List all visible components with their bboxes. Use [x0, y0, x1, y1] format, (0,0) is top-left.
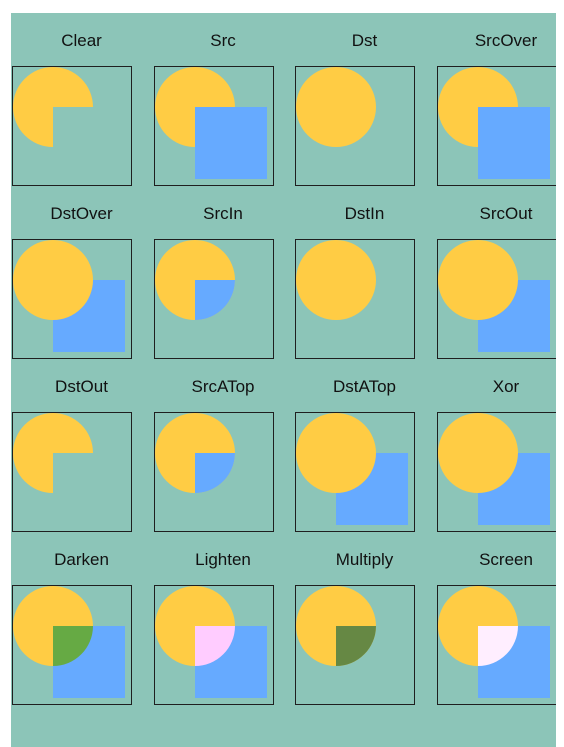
mode-label: Darken: [54, 550, 109, 569]
mode-label: SrcOver: [474, 31, 538, 50]
mode-cell-dstover: DstOver: [11, 186, 152, 359]
mode-preview-graphic: [13, 413, 93, 493]
dst-circle-shape: [13, 413, 93, 493]
mode-cell-darken: Darken: [11, 532, 152, 705]
mode-label: DstATop: [333, 377, 396, 396]
mode-cell-lighten: Lighten: [153, 532, 294, 705]
mode-label: Xor: [492, 377, 520, 396]
mode-cell-multiply: Multiply: [294, 532, 435, 705]
mode-preview-graphic: [296, 240, 376, 320]
mode-preview-frame: [153, 412, 274, 532]
src-square-shape: [194, 107, 267, 179]
mode-label: SrcATop: [191, 377, 255, 396]
overlap-shape: [194, 453, 235, 493]
mode-preview-frame: [153, 239, 274, 359]
mode-label: Clear: [61, 31, 102, 50]
mode-label: Multiply: [335, 550, 394, 569]
mode-preview-frame: [153, 585, 274, 705]
mode-label: Screen: [479, 550, 533, 569]
dst-circle-shape: [296, 67, 376, 147]
dst-circle-shape: [296, 413, 376, 493]
mode-preview-graphic: [154, 413, 235, 493]
mode-preview-graphic: [13, 67, 93, 147]
mode-preview-frame: [295, 66, 415, 186]
mode-preview-frame: [295, 412, 415, 532]
mode-label: SrcOut: [479, 204, 533, 223]
mode-preview-graphic: [154, 586, 267, 698]
src-square-shape: [477, 107, 550, 179]
dst-circle-shape: [296, 240, 376, 320]
mode-preview-frame: [12, 585, 132, 705]
mode-label: DstOver: [50, 204, 113, 223]
mode-preview-frame: [436, 412, 556, 532]
porterduff-canvas: Clear Src Dst SrcOver DstOver SrcIn DstIn SrcOu…: [11, 13, 556, 747]
mode-preview-frame: [153, 66, 274, 186]
mode-preview-graphic: [13, 240, 125, 352]
mode-cell-xor: Xor: [436, 359, 556, 532]
mode-cell-srcout: SrcOut: [436, 186, 556, 359]
mode-preview-graphic: [296, 67, 376, 147]
mode-preview-frame: [12, 239, 132, 359]
mode-preview-graphic: [437, 586, 550, 698]
mode-cell-srcover: SrcOver: [436, 13, 556, 186]
mode-preview-frame: [436, 239, 556, 359]
mode-preview-graphic: [154, 67, 267, 179]
overlap-shape: [336, 626, 376, 666]
status-bar: [0, 0, 564, 13]
mode-preview-graphic: [437, 413, 550, 525]
mode-preview-graphic: [437, 240, 550, 352]
mode-preview-graphic: [154, 240, 235, 320]
mode-preview-graphic: [437, 67, 550, 179]
mode-cell-dstatop: DstATop: [294, 359, 435, 532]
mode-preview-graphic: [296, 586, 376, 666]
overlap-shape: [194, 280, 235, 320]
mode-label: Src: [210, 31, 236, 50]
dst-circle-shape: [437, 240, 518, 320]
mode-preview-frame: [295, 585, 415, 705]
mode-label: DstIn: [344, 204, 385, 223]
mode-cell-clear: Clear: [11, 13, 152, 186]
mode-cell-dstout: DstOut: [11, 359, 152, 532]
mode-label: DstOut: [55, 377, 108, 396]
mode-cell-srcin: SrcIn: [153, 186, 294, 359]
mode-cell-srcatop: SrcATop: [153, 359, 294, 532]
mode-preview-frame: [295, 239, 415, 359]
mode-label: Lighten: [195, 550, 251, 569]
mode-cell-dst: Dst: [294, 13, 435, 186]
mode-preview-frame: [12, 412, 132, 532]
mode-preview-frame: [436, 585, 556, 705]
mode-cell-src: Src: [153, 13, 294, 186]
mode-preview-frame: [12, 66, 132, 186]
mode-cell-screen: Screen: [436, 532, 556, 705]
mode-cell-dstin: DstIn: [294, 186, 435, 359]
dst-circle-shape: [13, 240, 93, 320]
mode-preview-frame: [436, 66, 556, 186]
mode-label: Dst: [351, 31, 378, 50]
dst-circle-shape: [13, 67, 93, 147]
mode-preview-graphic: [13, 586, 125, 698]
mode-preview-graphic: [296, 413, 408, 525]
dst-circle-shape: [437, 413, 518, 493]
mode-label: SrcIn: [203, 204, 243, 223]
